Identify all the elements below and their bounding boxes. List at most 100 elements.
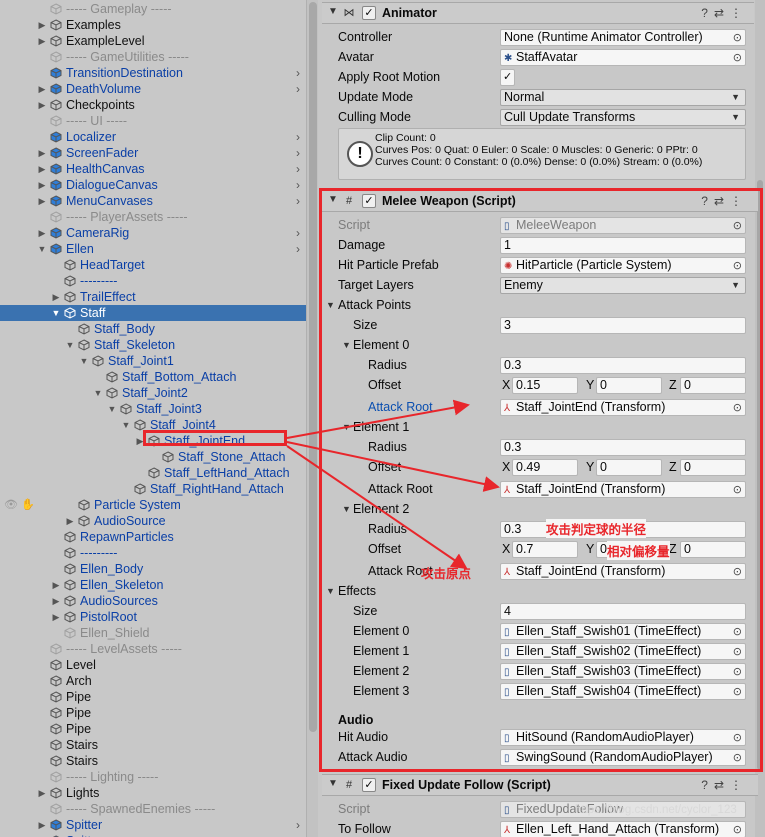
component-menu-icons[interactable]: ?⇄⋮ — [701, 778, 748, 792]
hierarchy-row[interactable]: ▶ HealthCanvas › — [0, 161, 306, 177]
hierarchy-row[interactable]: Stairs — [0, 753, 306, 769]
animator-component-header[interactable]: ▼ ⋈ ✓ Animator ?⇄⋮ — [322, 2, 754, 24]
object-picker-icon[interactable]: ⊙ — [733, 51, 742, 65]
hierarchy-row[interactable]: Staff_Body — [0, 321, 306, 337]
hierarchy-row[interactable]: ----- Lighting ----- — [0, 769, 306, 785]
expand-right-arrow-icon[interactable]: ▶ — [50, 609, 62, 625]
fixed-update-follow-header[interactable]: ▼ # ✓ Fixed Update Follow (Script) ?⇄⋮ — [322, 774, 758, 796]
hierarchy-row[interactable]: ▶ Spitter › — [0, 817, 306, 833]
hierarchy-row[interactable]: ▶ Ellen_Skeleton — [0, 577, 306, 593]
expand-down-arrow-icon[interactable]: ▼ — [64, 337, 76, 353]
expand-right-arrow-icon[interactable]: ▶ — [36, 81, 48, 97]
animator-enabled-checkbox[interactable]: ✓ — [362, 6, 376, 20]
expand-right-arrow-icon[interactable]: ▶ — [36, 177, 48, 193]
chevron-right-icon[interactable]: › — [296, 817, 300, 833]
expand-right-arrow-icon[interactable]: ▶ — [36, 161, 48, 177]
apply-root-motion-checkbox[interactable]: ✓ — [500, 69, 515, 86]
culling-mode-dropdown[interactable]: Cull Update Transforms ▼ — [500, 109, 746, 126]
hierarchy-row[interactable]: ▶ PistolRoot — [0, 609, 306, 625]
hierarchy-row[interactable]: ▶ AudioSources — [0, 593, 306, 609]
avatar-field[interactable]: ✱ StaffAvatar ⊙ — [500, 49, 746, 66]
fold-arrow-icon[interactable]: ▼ — [328, 6, 338, 17]
hierarchy-row[interactable]: ▼ Staff_Joint2 — [0, 385, 306, 401]
expand-right-arrow-icon[interactable]: ▶ — [36, 817, 48, 833]
visibility-eye-icon[interactable]: 👁 ✋ — [4, 498, 36, 511]
object-picker-icon[interactable]: ⊙ — [733, 31, 742, 45]
fold-arrow-icon[interactable]: ▼ — [328, 778, 338, 789]
expand-down-arrow-icon[interactable]: ▼ — [106, 401, 118, 417]
hierarchy-row[interactable]: ----- Gameplay ----- — [0, 1, 306, 17]
hierarchy-row[interactable]: Localizer › — [0, 129, 306, 145]
hierarchy-scrollbar[interactable] — [306, 0, 318, 837]
chevron-right-icon[interactable]: › — [296, 129, 300, 145]
chevron-right-icon[interactable]: › — [296, 177, 300, 193]
hierarchy-row[interactable]: Pipe — [0, 721, 306, 737]
hierarchy-row[interactable]: ----- LevelAssets ----- — [0, 641, 306, 657]
hierarchy-row[interactable]: ▼ Staff_Joint1 — [0, 353, 306, 369]
hierarchy-row[interactable]: ▶ TrailEffect — [0, 289, 306, 305]
hierarchy-row[interactable]: ----- PlayerAssets ----- — [0, 209, 306, 225]
hierarchy-row[interactable]: ▶ DeathVolume › — [0, 81, 306, 97]
chevron-right-icon[interactable]: › — [296, 833, 300, 837]
hierarchy-row[interactable]: Arch — [0, 673, 306, 689]
hierarchy-row[interactable]: ▶ Checkpoints — [0, 97, 306, 113]
hierarchy-row[interactable]: ▼ Ellen › — [0, 241, 306, 257]
expand-right-arrow-icon[interactable]: ▶ — [50, 289, 62, 305]
hierarchy-row[interactable]: --------- — [0, 273, 306, 289]
chevron-right-icon[interactable]: › — [296, 81, 300, 97]
expand-right-arrow-icon[interactable]: ▶ — [64, 513, 76, 529]
hierarchy-row[interactable]: --------- — [0, 545, 306, 561]
expand-right-arrow-icon[interactable]: ▶ — [36, 145, 48, 161]
hierarchy-row[interactable]: ▶ MenuCanvases › — [0, 193, 306, 209]
hierarchy-row[interactable]: ▶ ExampleLevel — [0, 33, 306, 49]
hierarchy-row[interactable]: TransitionDestination › — [0, 65, 306, 81]
hierarchy-row[interactable]: RepawnParticles — [0, 529, 306, 545]
hierarchy-row[interactable]: ▶ CameraRig › — [0, 225, 306, 241]
expand-right-arrow-icon[interactable]: ▶ — [36, 33, 48, 49]
expand-right-arrow-icon[interactable]: ▶ — [50, 577, 62, 593]
hierarchy-scrollbar-thumb[interactable] — [309, 2, 317, 732]
expand-right-arrow-icon[interactable]: ▶ — [36, 193, 48, 209]
hierarchy-row[interactable]: Particle System — [0, 497, 306, 513]
expand-right-arrow-icon[interactable]: ▶ — [36, 785, 48, 801]
hierarchy-row[interactable]: Ellen_Shield — [0, 625, 306, 641]
hierarchy-row[interactable]: ----- UI ----- — [0, 113, 306, 129]
hierarchy-row[interactable]: Staff_RightHand_Attach — [0, 481, 306, 497]
expand-right-arrow-icon[interactable]: ▶ — [36, 225, 48, 241]
hierarchy-row[interactable]: ▶ AudioSource — [0, 513, 306, 529]
hierarchy-row[interactable]: Staff_Stone_Attach — [0, 449, 306, 465]
hierarchy-row[interactable]: ▼ Staff_Skeleton — [0, 337, 306, 353]
chevron-right-icon[interactable]: › — [296, 225, 300, 241]
chevron-right-icon[interactable]: › — [296, 145, 300, 161]
hierarchy-row[interactable]: ▶ ScreenFader › — [0, 145, 306, 161]
update-mode-dropdown[interactable]: Normal ▼ — [500, 89, 746, 106]
expand-down-arrow-icon[interactable]: ▼ — [120, 417, 132, 433]
hierarchy-row[interactable]: Staff_Bottom_Attach — [0, 369, 306, 385]
component-menu-icons[interactable]: ?⇄⋮ — [701, 6, 748, 20]
hierarchy-row[interactable]: ▶ DialogueCanvas › — [0, 177, 306, 193]
hierarchy-row[interactable]: Pipe — [0, 689, 306, 705]
expand-right-arrow-icon[interactable]: ▶ — [36, 17, 48, 33]
hierarchy-row[interactable]: Pipe — [0, 705, 306, 721]
expand-right-arrow-icon[interactable]: ▶ — [36, 97, 48, 113]
hierarchy-row[interactable]: ----- SpawnedEnemies ----- — [0, 801, 306, 817]
hierarchy-row[interactable]: ▶ Lights — [0, 785, 306, 801]
hierarchy-row[interactable]: HeadTarget — [0, 257, 306, 273]
hierarchy-row[interactable]: ▼ Staff_Joint3 — [0, 401, 306, 417]
chevron-right-icon[interactable]: › — [296, 193, 300, 209]
hierarchy-row[interactable]: ▶ Examples — [0, 17, 306, 33]
hierarchy-row[interactable]: Stairs — [0, 737, 306, 753]
hierarchy-row[interactable]: Ellen_Body — [0, 561, 306, 577]
hierarchy-row[interactable]: ▼ Staff — [0, 305, 306, 321]
expand-right-arrow-icon[interactable]: ▶ — [36, 833, 48, 837]
chevron-right-icon[interactable]: › — [296, 241, 300, 257]
expand-down-arrow-icon[interactable]: ▼ — [92, 385, 104, 401]
hierarchy-row[interactable]: Level — [0, 657, 306, 673]
hierarchy-row[interactable]: ▶ Spitter › — [0, 833, 306, 837]
to-follow-field[interactable]: ⅄ Ellen_Left_Hand_Attach (Transform) ⊙ — [500, 821, 746, 837]
chevron-right-icon[interactable]: › — [296, 161, 300, 177]
expand-down-arrow-icon[interactable]: ▼ — [50, 305, 62, 321]
expand-down-arrow-icon[interactable]: ▼ — [36, 241, 48, 257]
expand-down-arrow-icon[interactable]: ▼ — [78, 353, 90, 369]
object-picker-icon[interactable]: ⊙ — [733, 823, 742, 837]
